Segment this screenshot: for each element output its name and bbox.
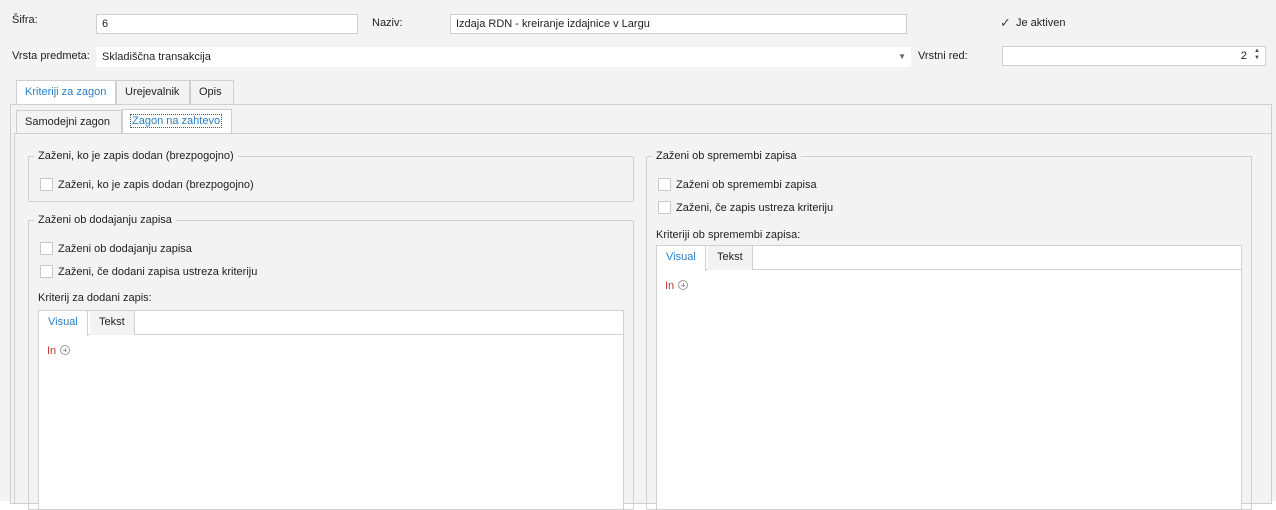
- vrstni-red-label: Vrstni red:: [918, 50, 968, 62]
- group-operator[interactable]: In: [47, 345, 56, 357]
- added-unconditional-checkbox[interactable]: [40, 178, 53, 191]
- on-add-criteria-caption: Kriterij za dodani zapis:: [38, 292, 152, 304]
- chevron-down-icon[interactable]: ▼: [898, 48, 906, 66]
- group-added-unconditional-title: Zaženi, ko je zapis dodan (brezpogojno): [34, 150, 238, 162]
- tab-zagon-na-zahtevo[interactable]: Zagon na zahtevo: [122, 109, 232, 134]
- on-add-criteria-root[interactable]: In: [47, 345, 71, 357]
- on-change-criteria-checkbox[interactable]: [658, 201, 671, 214]
- on-add-filter-tabs: Visual Tekst: [39, 311, 623, 336]
- vrstni-red-spinner[interactable]: 2 ▲ ▼: [1002, 46, 1266, 66]
- tab-samodejni-zagon[interactable]: Samodejni zagon: [16, 110, 122, 134]
- on-add-criteria-label: Zaženi, če dodani zapisa ustreza kriteri…: [58, 266, 258, 278]
- on-change-label: Zaženi ob spremembi zapisa: [676, 179, 817, 191]
- on-change-criteria-label: Zaženi, če zapis ustreza kriteriju: [676, 202, 834, 214]
- on-change-criteria-root[interactable]: In: [665, 280, 689, 292]
- naziv-label: Naziv:: [372, 17, 403, 29]
- on-add-criteria-checkbox[interactable]: [40, 265, 53, 278]
- on-add-filter-editor: Visual Tekst In: [38, 310, 624, 510]
- on-change-filter-editor: Visual Tekst In: [656, 245, 1242, 510]
- vrsta-label: Vrsta predmeta:: [12, 50, 90, 62]
- tab-tekst[interactable]: Tekst: [90, 311, 135, 335]
- tab-visual[interactable]: Visual: [39, 311, 88, 336]
- on-add-label: Zaženi ob dodajanju zapisa: [58, 243, 192, 255]
- sifra-input[interactable]: 6: [96, 14, 358, 34]
- tab-kriteriji[interactable]: Kriteriji za zagon: [16, 80, 116, 105]
- naziv-input[interactable]: Izdaja RDN - kreiranje izdajnice v Largu: [450, 14, 907, 34]
- group-operator[interactable]: In: [665, 280, 674, 292]
- vrstni-red-value: 2: [1240, 50, 1247, 62]
- sifra-label: Šifra:: [12, 14, 38, 26]
- on-change-checkbox[interactable]: [658, 178, 671, 191]
- add-condition-icon[interactable]: [60, 345, 71, 355]
- tab-visual[interactable]: Visual: [657, 246, 706, 271]
- tab-urejevalnik[interactable]: Urejevalnik: [116, 80, 190, 104]
- group-on-add-title: Zaženi ob dodajanju zapisa: [34, 214, 176, 226]
- spin-icon[interactable]: ▲ ▼: [1253, 48, 1261, 64]
- vrsta-select[interactable]: Skladiščna transakcija ▼: [96, 47, 911, 67]
- aktiven-checkbox[interactable]: [1000, 15, 1013, 31]
- on-change-criteria-caption: Kriteriji ob spremembi zapisa:: [656, 229, 801, 241]
- vrsta-value: Skladiščna transakcija: [102, 51, 211, 63]
- on-add-checkbox[interactable]: [40, 242, 53, 255]
- tab-opis[interactable]: Opis: [190, 80, 234, 104]
- on-change-filter-tabs: Visual Tekst: [657, 246, 1241, 271]
- add-condition-icon[interactable]: [678, 280, 689, 290]
- form-window: Šifra: 6 Naziv: Izdaja RDN - kreiranje i…: [0, 0, 1276, 510]
- aktiven-label: Je aktiven: [1016, 17, 1066, 29]
- group-on-change-title: Zaženi ob spremembi zapisa: [652, 150, 801, 162]
- tab-tekst[interactable]: Tekst: [708, 246, 753, 270]
- added-unconditional-label: Zaženi, ko je zapis dodan (brezpogojno): [58, 179, 254, 191]
